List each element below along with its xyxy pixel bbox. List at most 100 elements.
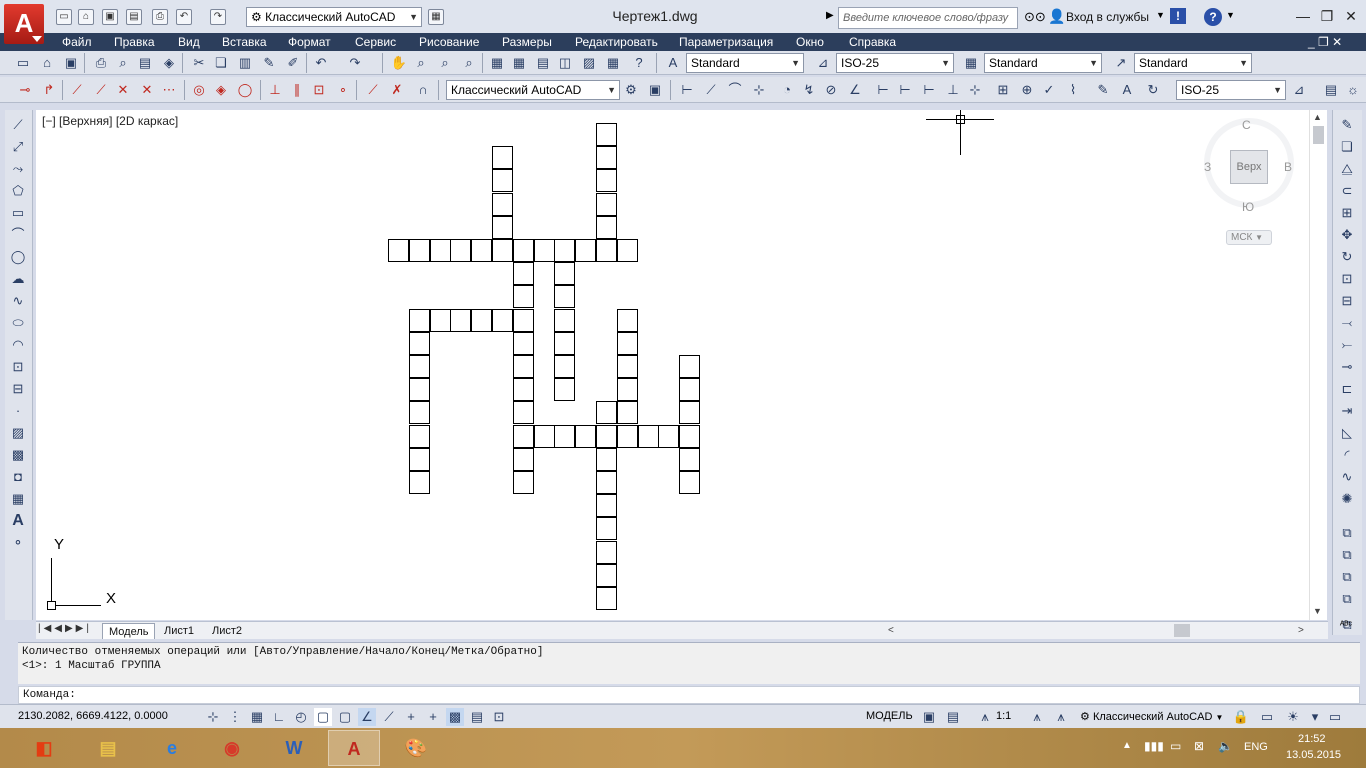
viewcube-south[interactable]: Ю	[1242, 200, 1254, 214]
design-center-icon[interactable]: ▦	[510, 54, 528, 72]
chamfer-icon[interactable]: ◺	[1338, 424, 1356, 442]
login-button[interactable]: Вход в службы	[1066, 10, 1149, 24]
lock-icon[interactable]: 🔒	[1232, 708, 1250, 726]
help-icon[interactable]: ?	[630, 54, 648, 72]
dim-diameter-icon[interactable]: ⊘	[822, 81, 840, 99]
scroll-up-icon[interactable]: ▲	[1313, 112, 1322, 122]
tab-layout1[interactable]: Лист1	[158, 623, 200, 639]
layer-states-icon[interactable]: ▤	[1322, 81, 1340, 99]
selection-cycling-icon[interactable]: ⊡	[490, 708, 508, 726]
menu-edit[interactable]: Правка	[114, 33, 155, 51]
blend-icon[interactable]: ∿	[1338, 468, 1356, 486]
hatch-icon[interactable]: ▨	[9, 424, 27, 442]
mirror-icon[interactable]: ⧋	[1338, 160, 1356, 178]
draworder-back-icon[interactable]: ⧉	[1338, 546, 1356, 564]
lineweight-icon[interactable]: +	[424, 708, 442, 726]
dim-angular-icon[interactable]: ∠	[846, 81, 864, 99]
save-as-icon[interactable]: ▤	[126, 9, 142, 25]
osnap-icon[interactable]: ▢	[314, 708, 332, 726]
center-mark-icon[interactable]: ⊕	[1018, 81, 1036, 99]
menu-draw[interactable]: Рисование	[419, 33, 479, 51]
workspace-select[interactable]: Классический AutoCAD ▼	[446, 80, 620, 100]
file-explorer-icon[interactable]: ▤	[82, 730, 134, 766]
tab-nav-arrows[interactable]: |◀◀▶▶|	[38, 623, 92, 634]
ucs-menu[interactable]: МСК ▼	[1226, 230, 1272, 245]
snap-perpendicular-icon[interactable]: ⊥	[266, 81, 284, 99]
user-icon[interactable]: 👤	[1048, 8, 1065, 25]
tab-model[interactable]: Модель	[102, 623, 156, 639]
dim-space-icon[interactable]: ⊥	[944, 81, 962, 99]
menu-view[interactable]: Вид	[178, 33, 200, 51]
chevron-down-icon[interactable]: ▼	[1156, 10, 1165, 20]
match-properties-icon[interactable]: ✎	[260, 54, 278, 72]
revcloud-icon[interactable]: ☁	[9, 270, 27, 288]
dim-edit-icon[interactable]: ✎	[1094, 81, 1112, 99]
minimize-button[interactable]: —	[1292, 6, 1314, 26]
model-space-toggle[interactable]: МОДЕЛЬ	[866, 710, 913, 722]
break-icon[interactable]: ⊏	[1338, 380, 1356, 398]
dim-text-edit-icon[interactable]: A	[1118, 81, 1136, 99]
snap-quadrant-icon[interactable]: ◈	[212, 81, 230, 99]
scroll-down-icon[interactable]: ▼	[1313, 606, 1322, 616]
snap-parallel-icon[interactable]: ∥	[288, 81, 306, 99]
join-icon[interactable]: ⇥	[1338, 402, 1356, 420]
dim-style-icon[interactable]: ⊿	[814, 54, 832, 72]
menu-modify[interactable]: Редактировать	[575, 33, 658, 51]
internet-explorer-icon[interactable]: e	[146, 730, 198, 766]
tool-palettes-icon[interactable]: ▤	[534, 54, 552, 72]
workspace-switch[interactable]: ⚙ Классический AutoCAD ▼	[246, 7, 422, 27]
erase-icon[interactable]: ✎	[1338, 116, 1356, 134]
copy-object-icon[interactable]: ❏	[1338, 138, 1356, 156]
dim-ordinate-icon[interactable]: ⊹	[750, 81, 768, 99]
search-input[interactable]: Введите ключевое слово/фразу	[838, 7, 1018, 29]
menu-parametric[interactable]: Параметризация	[679, 33, 773, 51]
expand-icon[interactable]: ▶	[826, 10, 834, 21]
dim-arc-icon[interactable]: ⌒	[726, 81, 744, 99]
region-icon[interactable]: ◘	[9, 468, 27, 486]
coordinates-display[interactable]: 2130.2082, 6669.4122, 0.0000	[18, 710, 168, 722]
drawing-canvas[interactable]: Верх С Ю З В МСК ▼ Y X	[36, 110, 1309, 620]
block-editor-icon[interactable]: ✐	[284, 54, 302, 72]
table-icon[interactable]: ▦	[9, 490, 27, 508]
offset-icon[interactable]: ⊂	[1338, 182, 1356, 200]
dim-quick-icon[interactable]: ⊢	[874, 81, 892, 99]
line-icon[interactable]: ⟋	[9, 116, 27, 134]
gradient-icon[interactable]: ▩	[9, 446, 27, 464]
construction-line-icon[interactable]: ⤢	[9, 138, 27, 156]
battery-icon[interactable]: ▭	[1170, 739, 1181, 753]
draworder-above-icon[interactable]: ⧉	[1338, 568, 1356, 586]
dim-baseline-icon[interactable]: ⊢	[896, 81, 914, 99]
pan-icon[interactable]: ✋	[390, 54, 408, 72]
tray-time[interactable]: 21:52	[1298, 733, 1326, 745]
zoom-previous-icon[interactable]: ⌕	[460, 54, 478, 72]
dim-linear-icon[interactable]: ⊢	[678, 81, 696, 99]
ellipse-arc-icon[interactable]: ◠	[9, 336, 27, 354]
table-style-select[interactable]: Standard ▼	[984, 53, 1102, 73]
jogged-linear-icon[interactable]: ⌇	[1064, 81, 1082, 99]
grid-icon[interactable]: ▦	[248, 708, 266, 726]
stretch-icon[interactable]: ⊟	[1338, 292, 1356, 310]
vertical-scrollbar[interactable]: ▲ ▼	[1309, 110, 1327, 620]
sheet-set-icon[interactable]: ◫	[556, 54, 574, 72]
dim-style-manager-icon[interactable]: ⊿	[1290, 81, 1308, 99]
copy-icon[interactable]: ❏	[212, 54, 230, 72]
hscroll-thumb[interactable]	[1174, 624, 1190, 637]
workspace-status[interactable]: ⚙ Классический AutoCAD ▼	[1080, 710, 1223, 723]
rectangle-icon[interactable]: ▭	[9, 204, 27, 222]
snap-node-icon[interactable]: ∘	[334, 81, 352, 99]
print-icon[interactable]: ⎙	[92, 54, 110, 72]
calculator-icon[interactable]: ▦	[604, 54, 622, 72]
move-icon[interactable]: ✥	[1338, 226, 1356, 244]
snap-tangent-icon[interactable]: ◯	[236, 81, 254, 99]
quick-view-drawings-icon[interactable]: ▤	[944, 708, 962, 726]
cut-icon[interactable]: ✂	[190, 54, 208, 72]
menu-insert[interactable]: Вставка	[222, 33, 267, 51]
doc-minimize-icon[interactable]: _ ❐ ✕	[1308, 33, 1342, 51]
menu-tools[interactable]: Сервис	[355, 33, 396, 51]
snap-center-icon[interactable]: ◎	[190, 81, 208, 99]
clean-screen-icon[interactable]: ▭	[1326, 708, 1344, 726]
preview-icon[interactable]: ⌕	[114, 54, 132, 72]
dim-update-icon[interactable]: ↻	[1144, 81, 1162, 99]
draworder-front-icon[interactable]: ⧉	[1338, 524, 1356, 542]
insert-block-icon[interactable]: ⊡	[9, 358, 27, 376]
